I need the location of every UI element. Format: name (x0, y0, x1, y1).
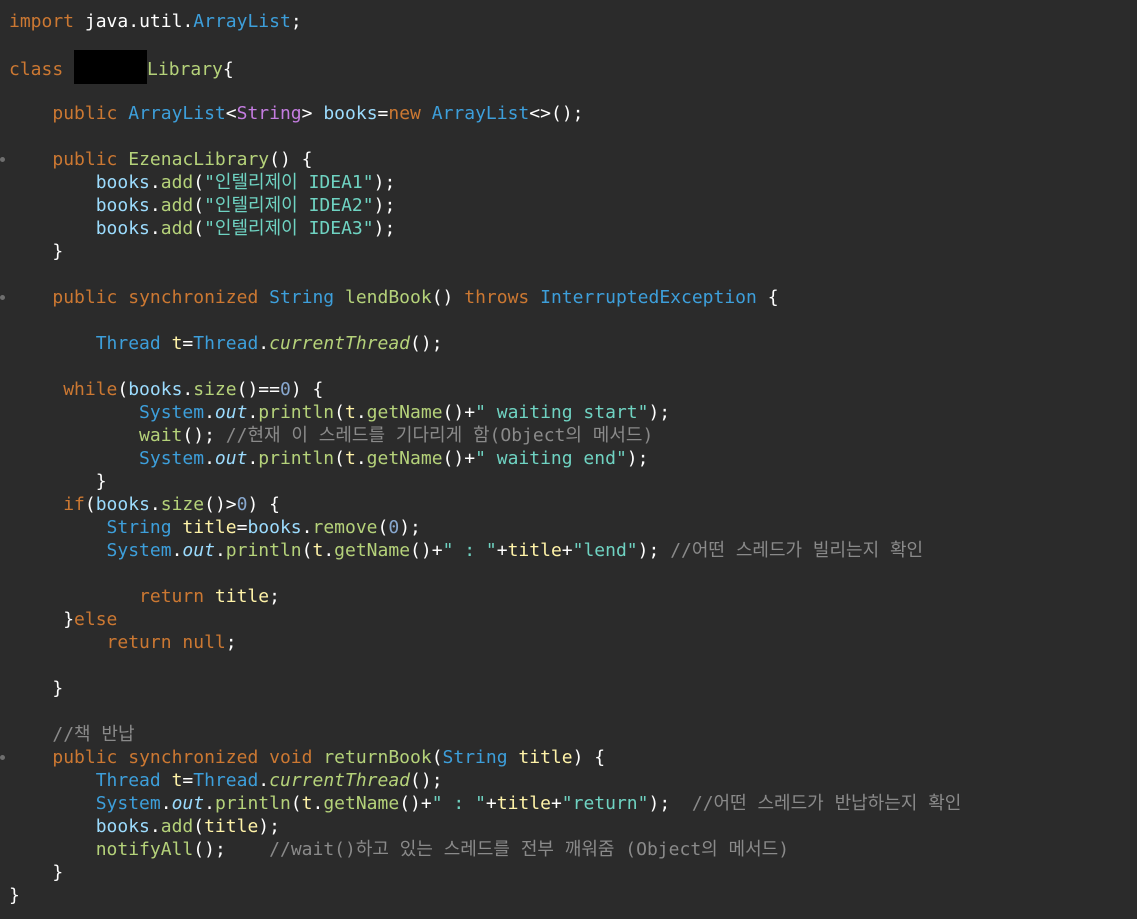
code-line[interactable]: String title=books.remove(0); (9, 516, 421, 539)
code-line[interactable]: Thread t=Thread.currentThread(); (9, 332, 443, 355)
code-line[interactable]: public synchronized String lendBook() th… (9, 286, 778, 309)
code-line[interactable]: }else (9, 608, 117, 631)
code-line[interactable]: System.out.println(t.getName()+" : "+tit… (9, 792, 962, 815)
code-line[interactable]: public ArrayList<String> books=new Array… (9, 102, 583, 125)
code-line[interactable]: wait(); //현재 이 스레드를 기다리게 함(Object의 메서드) (9, 424, 653, 447)
code-line[interactable]: return null; (9, 631, 237, 654)
code-line[interactable]: System.out.println(t.getName()+" : "+tit… (9, 539, 924, 562)
code-editor[interactable]: import java.util.ArrayList; class Library… (0, 0, 1137, 919)
code-line[interactable]: books.add("인텔리제이 IDEA3"); (9, 217, 396, 240)
fold-marker-icon[interactable] (0, 157, 5, 162)
code-line[interactable]: public synchronized void returnBook(Stri… (9, 746, 605, 769)
code-line[interactable]: if(books.size()>0) { (9, 493, 280, 516)
code-line[interactable]: books.add("인텔리제이 IDEA2"); (9, 194, 396, 217)
fold-marker-icon[interactable] (0, 295, 5, 300)
code-line[interactable]: notifyAll(); //wait()하고 있는 스레드를 전부 깨워줌 (… (9, 838, 789, 861)
code-line[interactable]: } (9, 677, 63, 700)
code-line[interactable]: books.add(title); (9, 815, 280, 838)
code-line[interactable]: import java.util.ArrayList; (9, 10, 302, 33)
code-line[interactable]: while(books.size()==0) { (9, 378, 323, 401)
code-line[interactable]: Thread t=Thread.currentThread(); (9, 769, 443, 792)
code-line[interactable]: //책 반납 (9, 723, 134, 746)
redacted-block (74, 50, 148, 84)
code-line[interactable]: } (9, 470, 107, 493)
code-line[interactable]: class Library{ (9, 50, 234, 84)
code-line[interactable]: } (9, 884, 20, 907)
code-line[interactable]: System.out.println(t.getName()+" waiting… (9, 401, 670, 424)
code-line[interactable]: return title; (9, 585, 280, 608)
code-line[interactable]: public EzenacLibrary() { (9, 148, 312, 171)
code-line[interactable]: } (9, 240, 63, 263)
fold-marker-icon[interactable] (0, 755, 5, 760)
code-line[interactable]: } (9, 861, 63, 884)
code-line[interactable]: books.add("인텔리제이 IDEA1"); (9, 171, 396, 194)
code-line[interactable]: System.out.println(t.getName()+" waiting… (9, 447, 648, 470)
